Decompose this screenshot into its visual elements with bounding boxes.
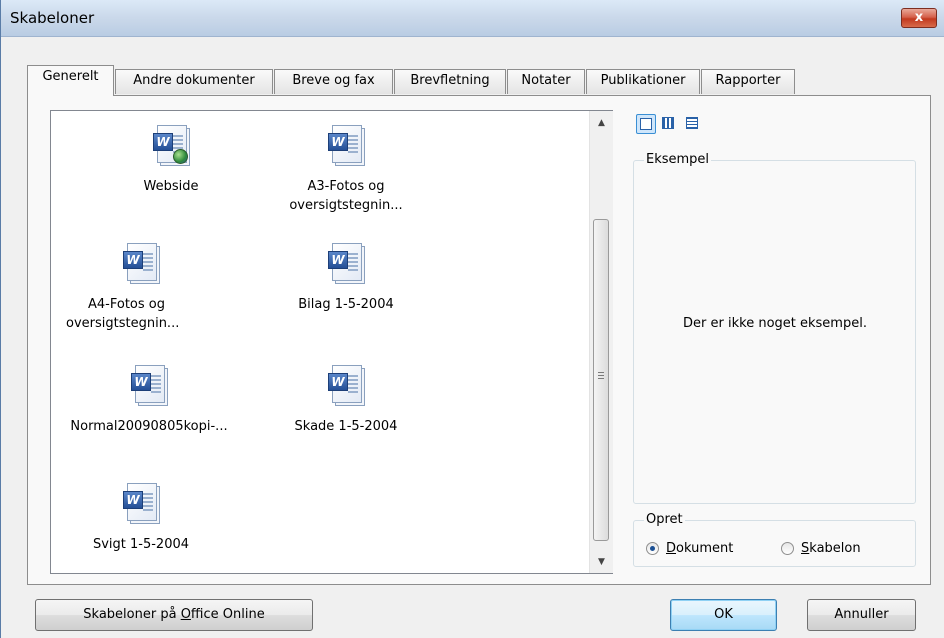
document-radio[interactable]	[646, 542, 659, 555]
word-document-icon: W	[131, 363, 168, 407]
close-icon: x	[914, 10, 924, 25]
item-label: Skade 1-5-2004	[294, 419, 398, 434]
item-label: Bilag 1-5-2004	[298, 297, 394, 312]
list-view-button[interactable]	[659, 114, 679, 134]
list-icon	[662, 117, 674, 129]
template-radio[interactable]	[781, 542, 794, 555]
list-item[interactable]: W Bilag 1-5-2004	[256, 241, 436, 314]
list-item[interactable]: W Svigt 1-5-2004	[51, 481, 231, 554]
tab-andre-dokumenter[interactable]: Andre dokumenter	[115, 69, 273, 94]
list-item[interactable]: W A3-Fotos og oversigtstegnin...	[256, 123, 436, 215]
scroll-up-icon[interactable]: ▲	[590, 113, 613, 133]
item-label: oversigtstegnin...	[289, 198, 403, 213]
large-icons-view-button[interactable]	[636, 114, 656, 134]
list-item[interactable]: W A4-Fotos og oversigtstegnin...	[66, 241, 216, 333]
item-label: Webside	[143, 179, 199, 194]
grip-icon	[598, 372, 604, 380]
cancel-button[interactable]: Annuller	[807, 599, 916, 631]
close-button[interactable]: x	[901, 8, 937, 28]
details-view-button[interactable]	[683, 114, 703, 134]
word-document-icon: W	[123, 241, 160, 285]
template-radio-label[interactable]: Skabelon	[801, 541, 861, 557]
details-icon	[686, 117, 698, 129]
scrollbar-thumb[interactable]	[593, 219, 609, 541]
tab-publikationer[interactable]: Publikationer	[586, 69, 700, 94]
item-label: oversigtstegnin...	[66, 316, 180, 331]
dialog-title: Skabeloner	[10, 9, 95, 27]
list-item[interactable]: W Normal20090805kopi-...	[51, 363, 249, 436]
tab-breve-og-fax[interactable]: Breve og fax	[274, 69, 393, 94]
template-list[interactable]: W Webside W A3-Fotos og oversigtstegnin.…	[50, 110, 613, 574]
item-label: Normal20090805kopi-...	[70, 419, 228, 434]
tab-brevfletning[interactable]: Brevfletning	[394, 69, 506, 94]
item-label: A4-Fotos og	[88, 297, 165, 312]
preview-legend: Eksempel	[644, 152, 712, 168]
title-bar: Skabeloner x	[1, 0, 944, 37]
office-online-button[interactable]: Skabeloner på Office Online	[35, 599, 313, 631]
word-web-page-icon: W	[153, 123, 190, 167]
word-document-icon: W	[328, 241, 365, 285]
document-radio-label[interactable]: Dokument	[666, 541, 733, 557]
large-icons-icon	[640, 118, 652, 130]
tab-notater[interactable]: Notater	[507, 69, 585, 94]
tab-rapporter[interactable]: Rapporter	[701, 69, 795, 94]
scroll-down-icon[interactable]: ▼	[590, 552, 613, 572]
word-document-icon: W	[328, 363, 365, 407]
preview-message: Der er ikke noget eksempel.	[683, 316, 867, 331]
item-label: Svigt 1-5-2004	[92, 537, 190, 552]
list-item[interactable]: W Webside	[81, 123, 261, 196]
list-item[interactable]: W Skade 1-5-2004	[256, 363, 436, 436]
item-label: A3-Fotos og	[307, 179, 385, 194]
dialog-window: Skabeloner x Generelt Andre dokumenter B…	[0, 0, 944, 638]
tab-generelt[interactable]: Generelt	[27, 65, 114, 96]
word-document-icon: W	[123, 481, 160, 525]
vertical-scrollbar[interactable]: ▲ ▼	[589, 111, 613, 573]
create-legend: Opret	[644, 512, 685, 528]
word-document-icon: W	[328, 123, 365, 167]
ok-button[interactable]: OK	[670, 599, 777, 631]
preview-group	[633, 160, 916, 504]
